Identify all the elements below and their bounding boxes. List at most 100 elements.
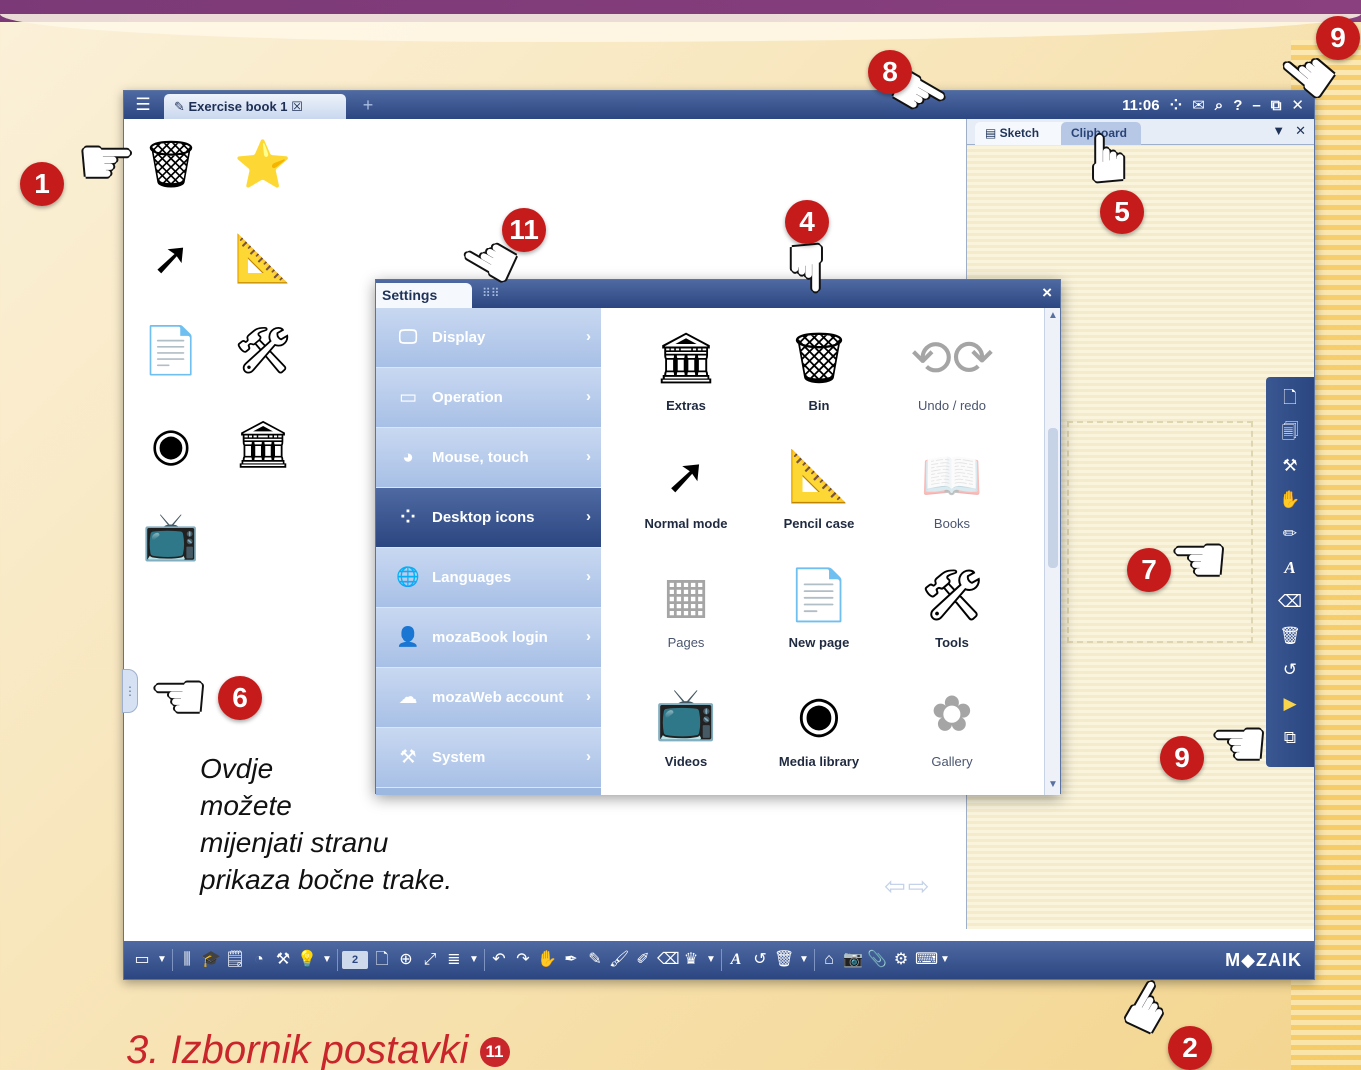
settings-scrollbar[interactable]: ▲ ▼ (1044, 308, 1060, 795)
star-icon[interactable]: ⭐ (228, 129, 298, 199)
dropdown-icon[interactable]: ▼ (1272, 123, 1285, 139)
trash-icon[interactable]: 🗑 (774, 948, 794, 972)
menu-item-mozabook-login[interactable]: 👤 mozaBook login › (376, 608, 601, 668)
grid-item-extras[interactable]: 🏛 Extras (616, 318, 756, 436)
dropdown-icon[interactable]: ▼ (939, 948, 951, 972)
text-icon[interactable]: A (726, 948, 746, 972)
media-icon[interactable]: ◉ (136, 409, 206, 479)
dropdown-icon[interactable]: ▼ (798, 948, 810, 972)
next-page-icon[interactable]: ⇨ (908, 871, 930, 902)
home-icon[interactable]: ⌂ (819, 948, 839, 972)
brush-icon[interactable]: 🖌 (609, 948, 629, 972)
bulb-icon[interactable]: 💡 (297, 948, 317, 972)
eraser-icon[interactable]: ⌫ (657, 948, 680, 972)
menu-item-operation[interactable]: ▭ Operation › (376, 368, 601, 428)
new-page-icon[interactable]: 🗋 (372, 948, 392, 972)
side-close-icon[interactable]: ✕ (1295, 123, 1306, 139)
tab-sketch[interactable]: ▤ Sketch (975, 122, 1067, 145)
highlighter-icon[interactable]: ✐ (633, 948, 653, 972)
education-icon[interactable]: 🎓 (201, 948, 221, 972)
prev-page-icon[interactable]: ⇦ (884, 871, 906, 902)
reset-icon[interactable]: ↺ (1277, 657, 1303, 682)
scroll-down-icon[interactable]: ▼ (1047, 779, 1059, 793)
museum-icon[interactable]: 🏛 (228, 409, 298, 479)
pencil-case-icon[interactable]: 📐 (228, 223, 298, 293)
tools-icon[interactable]: 🛠 (228, 315, 298, 385)
list-icon[interactable]: ≣ (444, 948, 464, 972)
annotation-badge: 7 (1127, 548, 1171, 592)
bin-icon[interactable]: 🗑 (136, 129, 206, 199)
dropdown-icon[interactable]: ▼ (705, 948, 717, 972)
menu-item-desktop-icons[interactable]: ⁘ Desktop icons › (376, 488, 601, 548)
redo-icon[interactable]: ↷ (513, 948, 533, 972)
grid-item-bin[interactable]: 🗑 Bin (749, 318, 889, 436)
dropdown-icon[interactable]: ▼ (156, 948, 168, 972)
add-page-icon[interactable]: 🗋 (1277, 385, 1303, 410)
grid-item-videos[interactable]: 📺 Videos (616, 674, 756, 792)
menu-item-mozaweb-account[interactable]: ☁ mozaWeb account › (376, 668, 601, 728)
dropdown-icon[interactable]: ▼ (468, 948, 480, 972)
menu-item-mouse-touch[interactable]: ◕ Mouse, touch › (376, 428, 601, 488)
menu-item-label: mozaBook login (432, 629, 548, 646)
menu-item-label: Operation (432, 389, 503, 406)
tab-exercise-book[interactable]: ✎ Exercise book 1 ☒ (164, 94, 346, 119)
add-tab-button[interactable]: + (356, 93, 380, 117)
menu-item-languages[interactable]: 🌐 Languages › (376, 548, 601, 608)
menu-item-display[interactable]: 🖵 Display › (376, 308, 601, 368)
play-icon[interactable]: ▶ (1277, 691, 1303, 716)
settings-close-button[interactable]: × (1042, 283, 1052, 303)
pen-tool-icon[interactable]: ✏ (1277, 521, 1303, 546)
hand-icon[interactable]: ✋ (1277, 487, 1303, 512)
scroll-up-icon[interactable]: ▲ (1047, 310, 1059, 324)
zoom-icon[interactable]: ⊕ (396, 948, 416, 972)
trash-icon[interactable]: 🗑 (1277, 623, 1303, 648)
mozaik-logo: M◆ZAIK (1225, 949, 1302, 970)
cursor-icon[interactable]: ➚ (136, 223, 206, 293)
popout-icon[interactable]: ⧉ (1277, 725, 1303, 750)
tv-icon[interactable]: 📺 (136, 501, 206, 571)
hand-icon[interactable]: ✋ (537, 948, 557, 972)
pen-icon[interactable]: ✒ (561, 948, 581, 972)
shapes-icon[interactable]: ◔ (249, 948, 269, 972)
marker-icon[interactable]: ✎ (585, 948, 605, 972)
reset-icon[interactable]: ↺ (750, 948, 770, 972)
crown-icon[interactable]: ♛ (681, 948, 701, 972)
text-icon[interactable]: A (1277, 555, 1303, 580)
grid-item-pages[interactable]: ▦ Pages (616, 555, 756, 673)
grid-item-tools[interactable]: 🛠 Tools (882, 555, 1022, 673)
apps-icon[interactable]: ⁘ (1170, 96, 1183, 114)
grid-item-normal-mode[interactable]: ➚ Normal mode (616, 436, 756, 554)
grid-item-pencil-case[interactable]: 📐 Pencil case (749, 436, 889, 554)
page-list-icon[interactable]: 🗐 (1277, 419, 1303, 444)
hammer-icon[interactable]: ⚒ (1277, 453, 1303, 478)
mail-icon[interactable]: ✉ (1192, 96, 1205, 114)
book-icon[interactable]: ▭ (132, 948, 152, 972)
dropdown-icon[interactable]: ▼ (321, 948, 333, 972)
camera-icon[interactable]: 📷 (843, 948, 863, 972)
tab-close-icon[interactable]: ☒ (291, 99, 303, 114)
sidebar-side-toggle[interactable]: ⋮ (122, 669, 138, 713)
undo-icon[interactable]: ↶ (489, 948, 509, 972)
grid-item-gallery[interactable]: ✿ Gallery (882, 674, 1022, 792)
pages-icon[interactable]: ⫼ (177, 948, 197, 972)
eraser-icon[interactable]: ⌫ (1277, 589, 1303, 614)
hamburger-icon[interactable]: ☰ (132, 95, 154, 115)
new-page-icon[interactable]: 📄 (136, 315, 206, 385)
grid-item-undo-redo[interactable]: ⟲⟳ Undo / redo (882, 318, 1022, 436)
minimize-icon[interactable]: – (1252, 97, 1260, 114)
link-icon[interactable]: ⤢ (420, 948, 440, 972)
notes-icon[interactable]: 🗒 (225, 948, 245, 972)
settings-gear-icon[interactable]: ⚙ (891, 948, 911, 972)
page-number[interactable]: 2 (342, 951, 368, 969)
help-icon[interactable]: ? (1233, 97, 1242, 114)
hammer-icon[interactable]: ⚒ (273, 948, 293, 972)
grid-item-books[interactable]: 📖 Books (882, 436, 1022, 554)
tab-settings[interactable]: Settings (376, 283, 472, 308)
popout-icon[interactable]: ⧉ (1271, 97, 1282, 114)
search-icon[interactable]: ⌕ (1215, 97, 1223, 114)
grid-item-media-library[interactable]: ◉ Media library (749, 674, 889, 792)
clip-icon[interactable]: 📎 (867, 948, 887, 972)
scroll-thumb[interactable] (1048, 428, 1058, 568)
grid-item-new-page[interactable]: 📄 New page (749, 555, 889, 673)
keyboard-icon[interactable]: ⌨ (915, 948, 938, 972)
